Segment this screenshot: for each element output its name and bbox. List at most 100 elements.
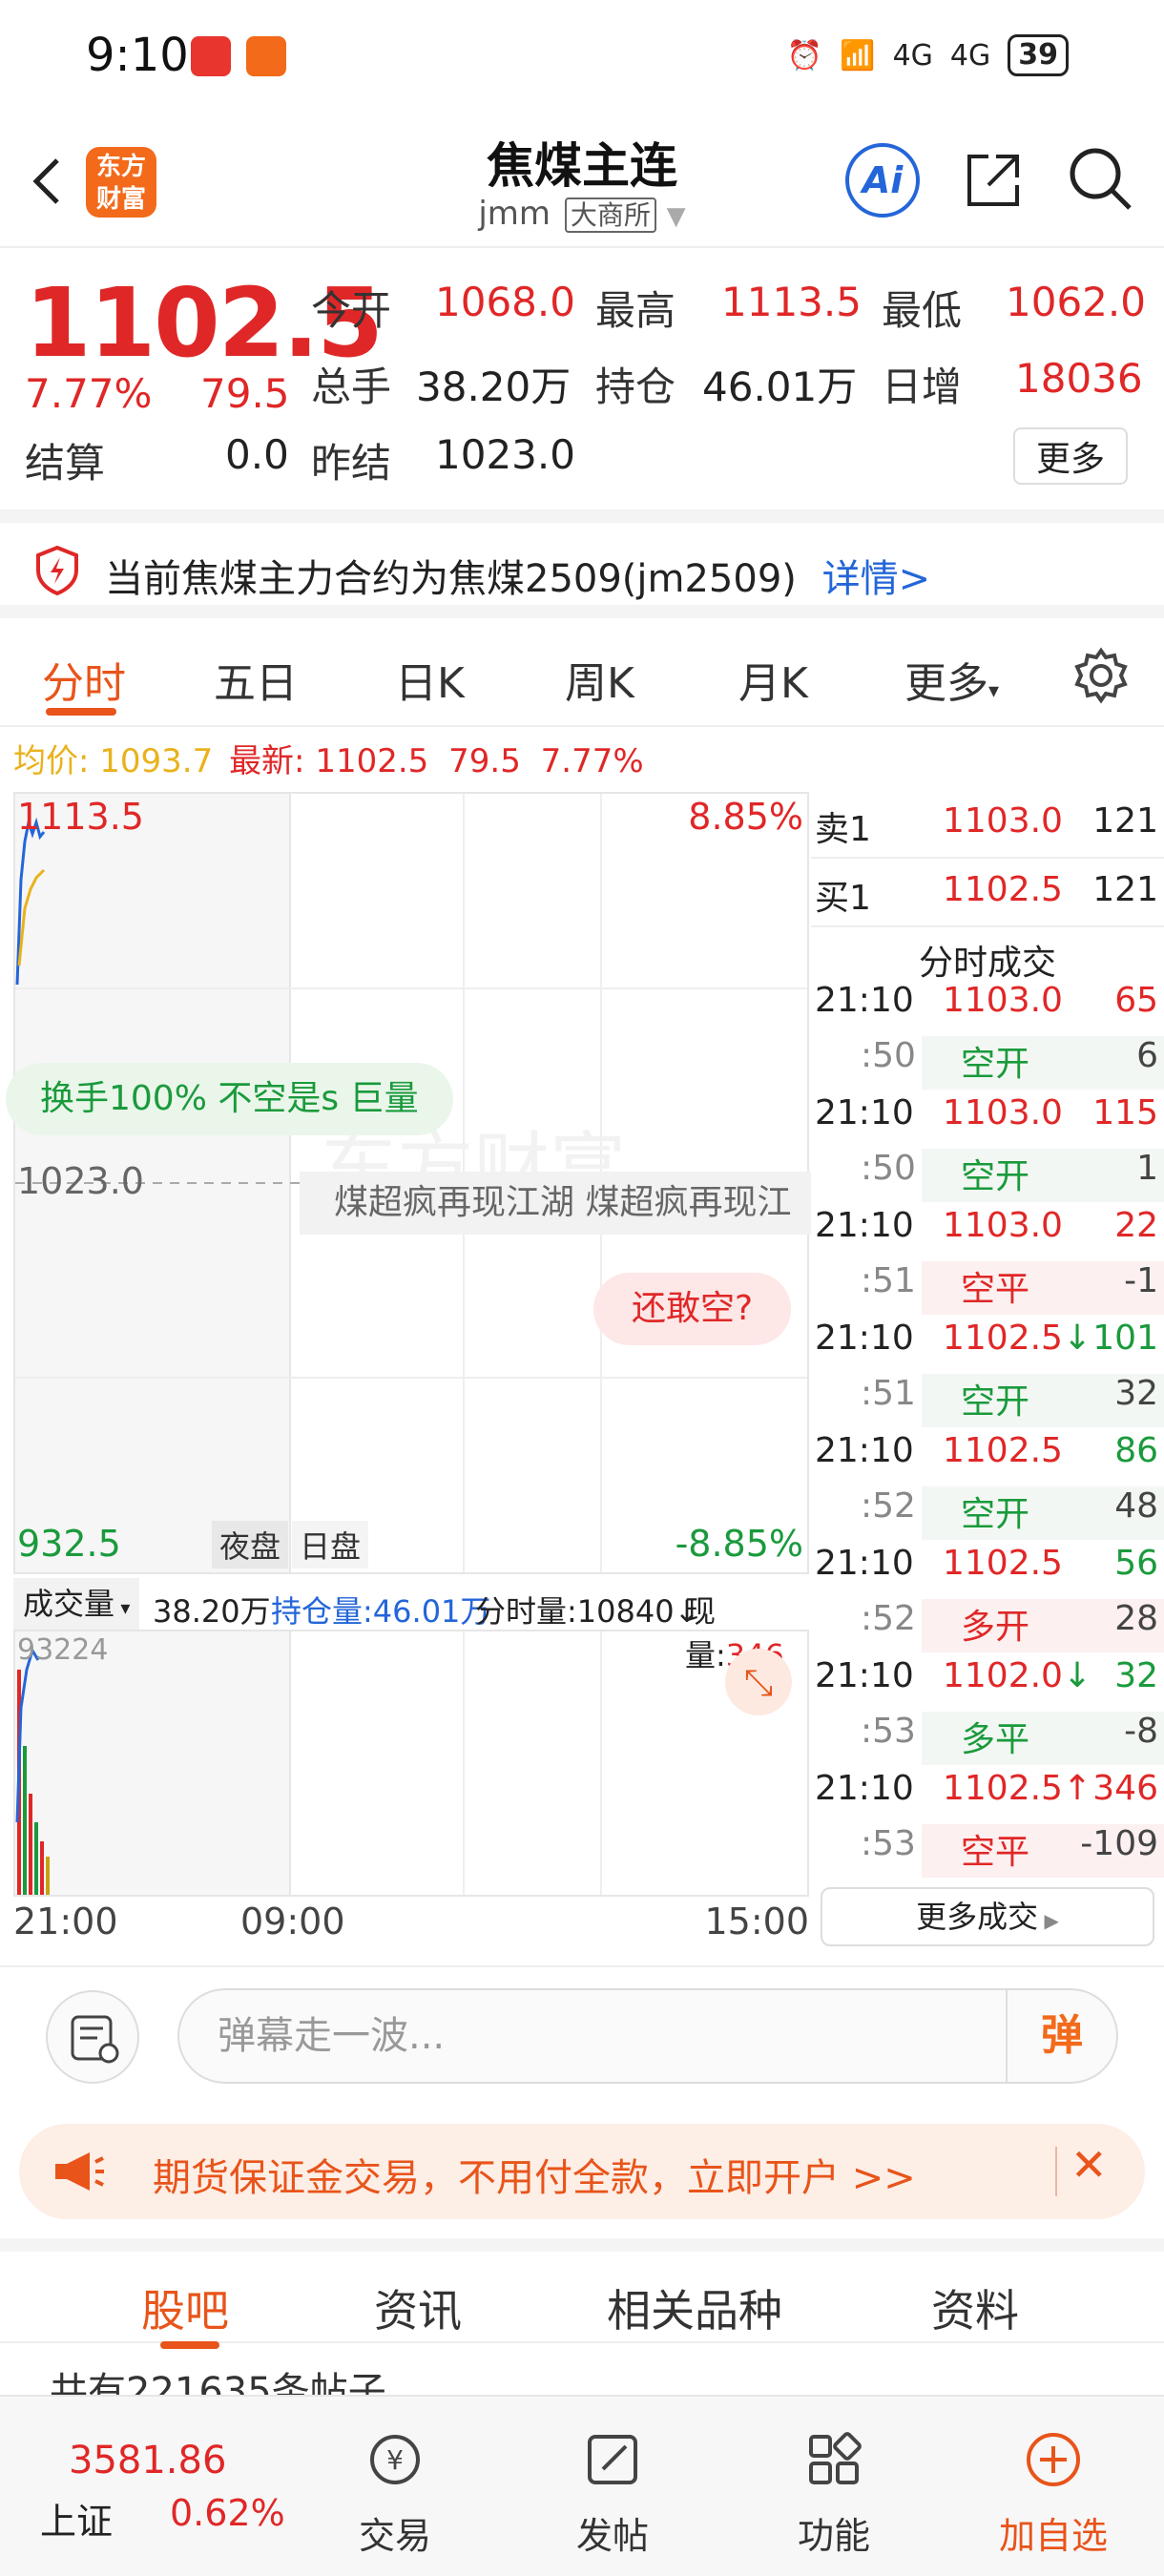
promo-text: 期货保证金交易，不用付全款，立即开户 >> (153, 2156, 916, 2200)
edit-icon (588, 2435, 637, 2484)
yen-cycle-icon: ¥ (370, 2435, 420, 2484)
prev-settle-value: 1023.0 (435, 431, 575, 478)
tab-more[interactable]: 更多▾ (904, 649, 999, 710)
volume-label: 总手 (311, 364, 392, 410)
time-tick-start: 21:00 (13, 1901, 118, 1942)
tab-active-indicator (46, 708, 116, 716)
tab-monthly-k[interactable]: 月K (738, 649, 808, 710)
trade-time: 21:10 (815, 1431, 914, 1470)
trade-seconds: :51 (861, 1374, 916, 1413)
notice-details-link[interactable]: 详情> (822, 557, 931, 601)
oi-value: 46.01万 (702, 364, 858, 410)
settle-label: 结算 (25, 440, 106, 487)
trade-price: 1102.5↓ (943, 1319, 1092, 1358)
trade-oi-change: 1 (1136, 1149, 1158, 1188)
axis-top-pct: 8.85% (688, 796, 803, 838)
latest-label: 最新: (229, 742, 305, 780)
volume-chart: 93224 ⤡ (13, 1630, 809, 1897)
latest-change: 79.5 (448, 742, 521, 780)
tab-five-day[interactable]: 五日 (214, 649, 298, 710)
settle-value: 0.0 (225, 431, 289, 478)
share-icon[interactable] (962, 149, 1025, 212)
svg-text:¥: ¥ (386, 2444, 404, 2476)
status-bar: 9:10 ⏰ 📶 4G 4G 39 (0, 0, 1164, 114)
change-value: 79.5 (200, 370, 290, 417)
megaphone-icon (55, 2152, 104, 2191)
change-pct: 7.77% (25, 370, 153, 417)
axis-low-price: 932.5 (17, 1523, 121, 1565)
trade-seconds: :53 (861, 1712, 916, 1751)
trade-type: 空平 (960, 1270, 1029, 1309)
trade-price: 1103.0 (943, 1093, 1063, 1132)
latest-value: 1102.5 (315, 742, 429, 780)
high-label: 最高 (595, 287, 676, 334)
tab-daily-k[interactable]: 日K (395, 649, 465, 710)
gear-icon[interactable] (1072, 647, 1130, 704)
bid-row: 买1 1102.5 121 (815, 870, 1158, 918)
trade-oi-change: -1 (1124, 1261, 1158, 1300)
time-tick-day: 09:00 (240, 1901, 345, 1942)
status-icons: ⏰ 📶 4G 4G 39 (787, 34, 1069, 76)
trades-title: 分时成交 (918, 944, 1056, 983)
chart-tabs: 分时 五日 日K 周K 月K 更多▾ (0, 632, 1164, 727)
main-contract-notice[interactable]: 当前焦煤主力合约为焦煤2509(jm2509) 详情> (0, 509, 1164, 618)
expand-icon[interactable]: ⤡ (725, 1649, 792, 1715)
trade-row: 21:10 1103.0 65 (811, 981, 1164, 1034)
tab-info[interactable]: 资料 (931, 2276, 1019, 2339)
open-value: 1068.0 (435, 279, 575, 325)
caret-down-icon: ▾ (114, 1596, 131, 1619)
ai-button[interactable]: Ai (845, 143, 920, 218)
trade-oi-change: 6 (1136, 1036, 1158, 1075)
night-session-label: 夜盘 (212, 1521, 289, 1568)
close-icon[interactable]: ✕ (1070, 2139, 1108, 2191)
trade-subrow: :52 多开 28 (811, 1599, 1164, 1652)
trade-oi-change: -8 (1124, 1712, 1158, 1751)
index-name: 上证 (40, 2501, 114, 2543)
trade-subrow: :53 空平 -109 (811, 1824, 1164, 1878)
trade-oi-change: 28 (1114, 1599, 1158, 1638)
trade-type: 空开 (960, 1382, 1029, 1422)
volume-total: 38.20万 (153, 1593, 271, 1630)
danmaku-bar: 弹幕走一波... 弹 (0, 1965, 1164, 2099)
trade-type: 空开 (960, 1157, 1029, 1196)
trade-row: 21:10 1102.5 86 (811, 1431, 1164, 1485)
promo-banner[interactable]: 期货保证金交易，不用付全款，立即开户 >> ✕ (19, 2124, 1145, 2219)
huawei-app-icon (191, 36, 231, 76)
caret-right-icon: ▶ (1038, 1909, 1059, 1932)
notice-text: 当前焦煤主力合约为焦煤2509(jm2509) (105, 557, 797, 601)
intraday-chart[interactable]: 东方财富 1113.5 8.85% 1023.0 932.5 -8.85% 夜盘… (6, 792, 811, 1574)
tab-intraday[interactable]: 分时 (42, 649, 126, 710)
nav-trade[interactable]: ¥ 交易 (319, 2429, 471, 2559)
danmaku-bubble-1: 换手100% 不空是s 巨量 (6, 1063, 453, 1135)
oi-label: 持仓 (595, 364, 676, 410)
trade-price: 1103.0 (943, 981, 1063, 1020)
day-session-label: 日盘 (292, 1521, 369, 1568)
tab-news[interactable]: 资讯 (374, 2276, 462, 2339)
trade-seconds: :52 (861, 1486, 916, 1526)
more-trades-button[interactable]: 更多成交 ▶ (821, 1887, 1154, 1946)
tab-related[interactable]: 相关品种 (607, 2276, 782, 2339)
volume-select[interactable]: 成交量 ▾ (13, 1578, 140, 1630)
trade-oi-change: 48 (1114, 1486, 1158, 1526)
nav-post[interactable]: 发帖 (536, 2429, 689, 2559)
nav-add-watchlist[interactable]: 加自选 (977, 2429, 1130, 2559)
tab-weekly-k[interactable]: 周K (565, 649, 634, 710)
danmaku-settings-icon[interactable] (46, 1990, 139, 2084)
orderbook-panel: 卖1 1103.0 121 买1 1102.5 121 分时成交 21:10 11… (811, 792, 1164, 1956)
notification-app-icon (246, 36, 286, 76)
nav-functions[interactable]: 功能 (758, 2429, 910, 2559)
tab-guba[interactable]: 股吧 (141, 2276, 229, 2339)
danmaku-input[interactable]: 弹幕走一波... 弹 (177, 1988, 1118, 2084)
trade-seconds: :53 (861, 1824, 916, 1863)
search-icon[interactable] (1067, 145, 1133, 212)
trade-price: 1102.0↓ (943, 1656, 1092, 1695)
grid-icon (809, 2432, 862, 2484)
trade-volume: 115 (1092, 1093, 1158, 1132)
trade-subrow: :51 空开 32 (811, 1374, 1164, 1427)
trade-subrow: :50 空开 1 (811, 1149, 1164, 1202)
index-ticker[interactable]: 3581.86 上证 0.62% (0, 2397, 286, 2576)
trade-time: 21:10 (815, 1206, 914, 1245)
danmaku-send-button[interactable]: 弹 (1006, 1990, 1116, 2082)
trade-time: 21:10 (815, 1093, 914, 1132)
more-button[interactable]: 更多 (1013, 427, 1129, 485)
